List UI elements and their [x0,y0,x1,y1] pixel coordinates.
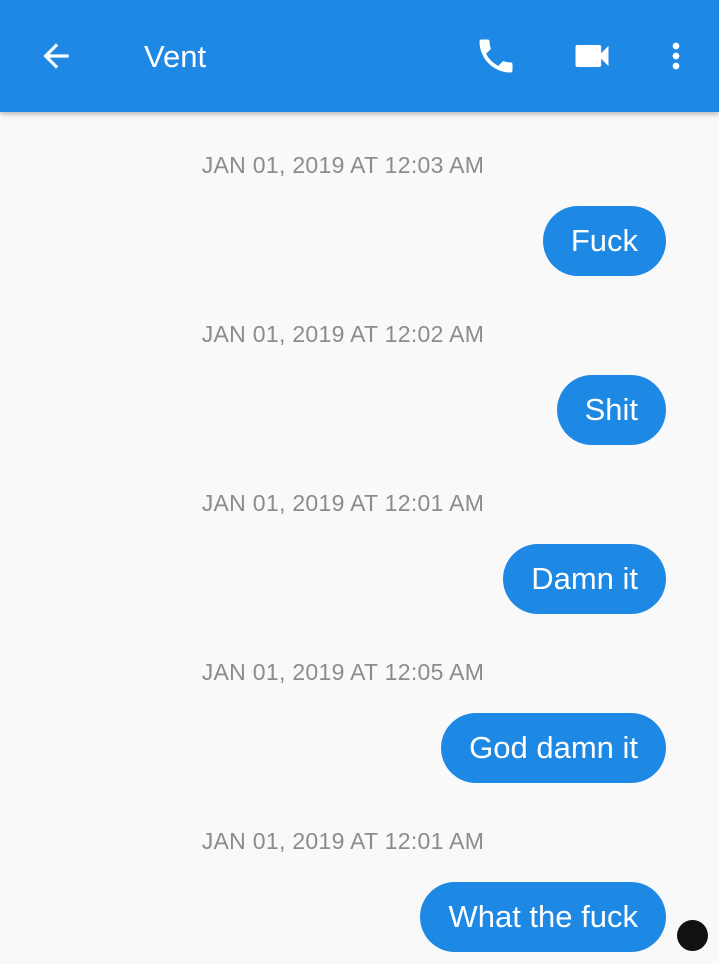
message-group: JAN 01, 2019 AT 12:01 AM What the fuck [0,788,719,957]
sent-message-bubble[interactable]: Fuck [542,206,666,276]
video-camera-icon [575,45,609,67]
back-button[interactable] [20,22,92,90]
message-timestamp: JAN 01, 2019 AT 12:05 AM [201,659,485,685]
message-timestamp: JAN 01, 2019 AT 12:02 AM [201,321,485,347]
sent-message-bubble[interactable]: God damn it [441,713,666,783]
watermark-badge [677,920,708,951]
message-group: JAN 01, 2019 AT 12:05 AM God damn it [0,619,719,788]
message-timestamp: JAN 01, 2019 AT 12:01 AM [201,828,485,854]
message-group: JAN 01, 2019 AT 12:02 AM Shit [0,281,719,450]
sent-message-bubble[interactable]: Damn it [503,544,666,614]
conversation-title: Vent [144,39,207,74]
more-vert-icon [672,42,680,70]
sent-message-bubble[interactable]: Shit [556,375,666,445]
call-button[interactable] [460,22,532,90]
message-timestamp: JAN 01, 2019 AT 12:01 AM [201,490,485,516]
message-group: JAN 01, 2019 AT 12:01 AM Damn it [0,450,719,619]
app-bar: Vent [0,0,719,112]
sent-message-bubble[interactable]: What the fuck [420,882,666,952]
more-options-button[interactable] [646,22,706,90]
message-timestamp: JAN 01, 2019 AT 12:03 AM [201,152,485,178]
phone-icon [479,39,513,73]
video-call-button[interactable] [556,22,628,90]
arrow-back-icon [43,43,69,69]
message-group: JAN 01, 2019 AT 12:03 AM Fuck [0,112,719,281]
message-list[interactable]: JAN 01, 2019 AT 12:03 AM Fuck JAN 01, 20… [0,112,719,964]
